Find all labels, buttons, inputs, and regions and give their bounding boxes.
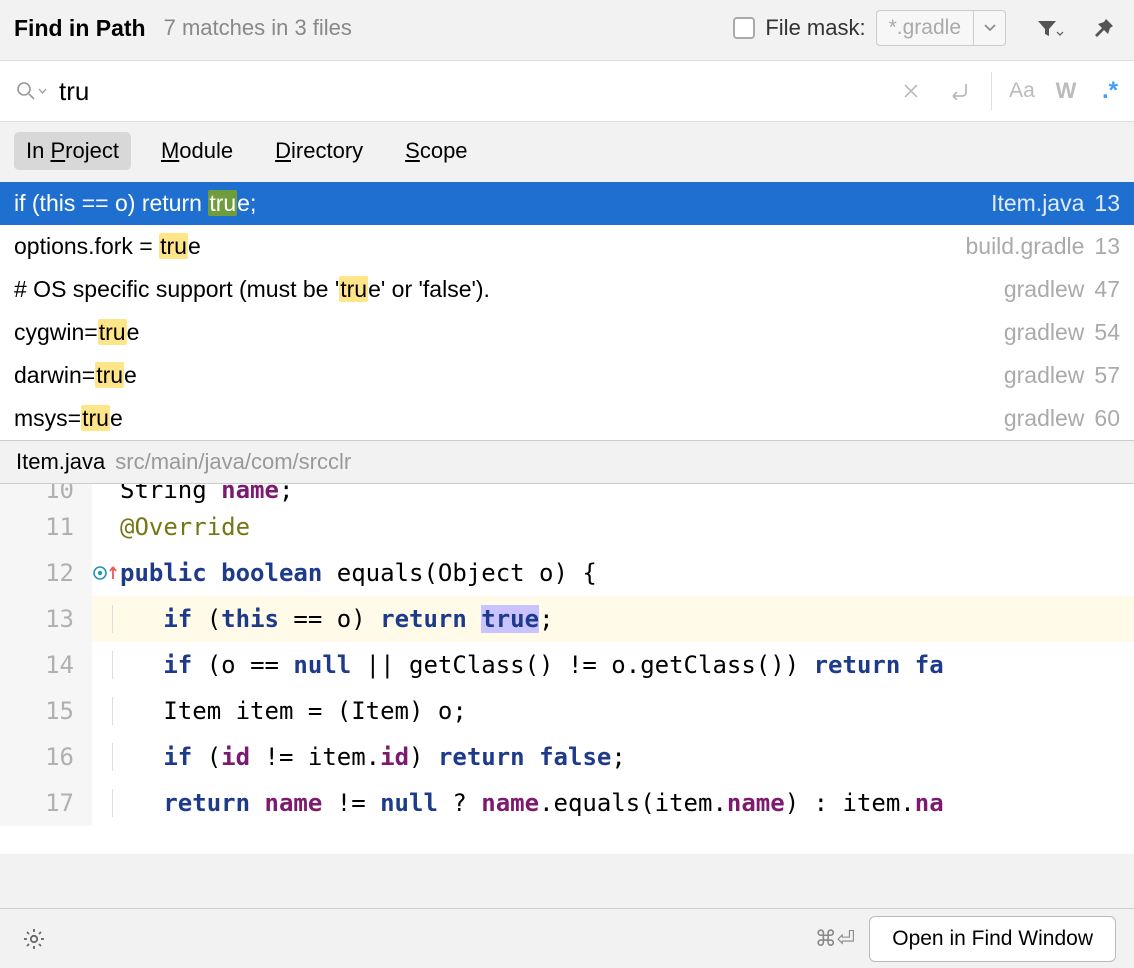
scope-tab[interactable]: In Project xyxy=(14,132,131,170)
result-file-info: gradlew60 xyxy=(1004,405,1120,432)
gutter-line: 10 xyxy=(0,484,92,504)
newline-icon[interactable] xyxy=(943,75,975,107)
result-text: # OS specific support (must be 'true' or… xyxy=(14,276,490,303)
clear-icon[interactable] xyxy=(895,75,927,107)
code-line-10: String name; xyxy=(92,484,293,504)
open-in-find-window-button[interactable]: Open in Find Window xyxy=(869,916,1116,962)
gutter-line: 15 xyxy=(0,688,92,734)
result-text: msys=true xyxy=(14,405,123,432)
search-icon[interactable] xyxy=(10,81,53,101)
gutter-line: 16 xyxy=(0,734,92,780)
file-mask-value: *.gradle xyxy=(877,16,973,40)
words-icon[interactable]: W xyxy=(1052,78,1080,104)
gear-icon[interactable] xyxy=(18,923,50,955)
result-text: cygwin=true xyxy=(14,319,139,346)
gutter-line: 11 xyxy=(0,504,92,550)
result-row[interactable]: options.fork = true build.gradle13 xyxy=(0,225,1134,268)
chevron-down-icon[interactable] xyxy=(973,11,1005,45)
gutter-line: 17 xyxy=(0,780,92,826)
code-line-17: return name != null ? name.equals(item.n… xyxy=(92,789,944,817)
pin-icon[interactable] xyxy=(1088,12,1120,44)
file-mask-checkbox[interactable] xyxy=(733,17,755,39)
result-file-info: Item.java13 xyxy=(991,190,1120,217)
result-file-info: gradlew47 xyxy=(1004,276,1120,303)
result-file-info: build.gradle13 xyxy=(965,233,1120,260)
regex-icon[interactable]: .* xyxy=(1096,77,1124,105)
gutter-line: 14 xyxy=(0,642,92,688)
preview-path: src/main/java/com/srcclr xyxy=(115,449,351,475)
dialog-footer: ⌘⏎ Open in Find Window xyxy=(0,908,1134,968)
gutter-line: 12 xyxy=(0,550,92,596)
code-line-14: if (o == null || getClass() != o.getClas… xyxy=(92,651,944,679)
match-count: 7 matches in 3 files xyxy=(164,15,352,41)
results-list: if (this == o) return true; Item.java13 op… xyxy=(0,182,1134,440)
result-text: options.fork = true xyxy=(14,233,201,260)
result-row[interactable]: if (this == o) return true; Item.java13 xyxy=(0,182,1134,225)
preview-filename: Item.java xyxy=(16,449,105,475)
preview-header: Item.java src/main/java/com/srcclr xyxy=(0,440,1134,484)
result-text: if (this == o) return true; xyxy=(14,190,256,217)
scope-tab[interactable]: Module xyxy=(149,132,245,170)
code-line-12: public boolean equals(Object o) { xyxy=(92,559,597,587)
dialog-title: Find in Path xyxy=(14,15,146,42)
search-input[interactable] xyxy=(53,76,895,107)
code-line-15: Item item = (Item) o; xyxy=(92,697,467,725)
code-line-11: @Override xyxy=(92,513,250,541)
scope-tab[interactable]: Directory xyxy=(263,132,375,170)
gutter-line: 13 xyxy=(0,596,92,642)
scope-tabs: In Project Module Directory Scope xyxy=(0,122,1134,182)
code-line-13: if (this == o) return true; xyxy=(92,605,554,633)
scope-tab[interactable]: Scope xyxy=(393,132,479,170)
match-case-icon[interactable]: Aa xyxy=(1008,79,1036,103)
result-row[interactable]: msys=true gradlew60 xyxy=(0,397,1134,440)
result-text: darwin=true xyxy=(14,362,137,389)
search-row: Aa W .* xyxy=(0,60,1134,122)
result-row[interactable]: darwin=true gradlew57 xyxy=(0,354,1134,397)
file-mask-dropdown[interactable]: *.gradle xyxy=(876,10,1006,46)
file-mask-label: File mask: xyxy=(765,15,865,41)
result-row[interactable]: cygwin=true gradlew54 xyxy=(0,311,1134,354)
result-file-info: gradlew57 xyxy=(1004,362,1120,389)
filter-icon[interactable] xyxy=(1034,12,1066,44)
code-line-16: if (id != item.id) return false; xyxy=(92,743,626,771)
result-row[interactable]: # OS specific support (must be 'true' or… xyxy=(0,268,1134,311)
code-preview[interactable]: 10 String name; 11 @Override 12 public b… xyxy=(0,484,1134,854)
result-file-info: gradlew54 xyxy=(1004,319,1120,346)
dialog-header: Find in Path 7 matches in 3 files File m… xyxy=(0,0,1134,60)
shortcut-hint: ⌘⏎ xyxy=(815,926,855,952)
